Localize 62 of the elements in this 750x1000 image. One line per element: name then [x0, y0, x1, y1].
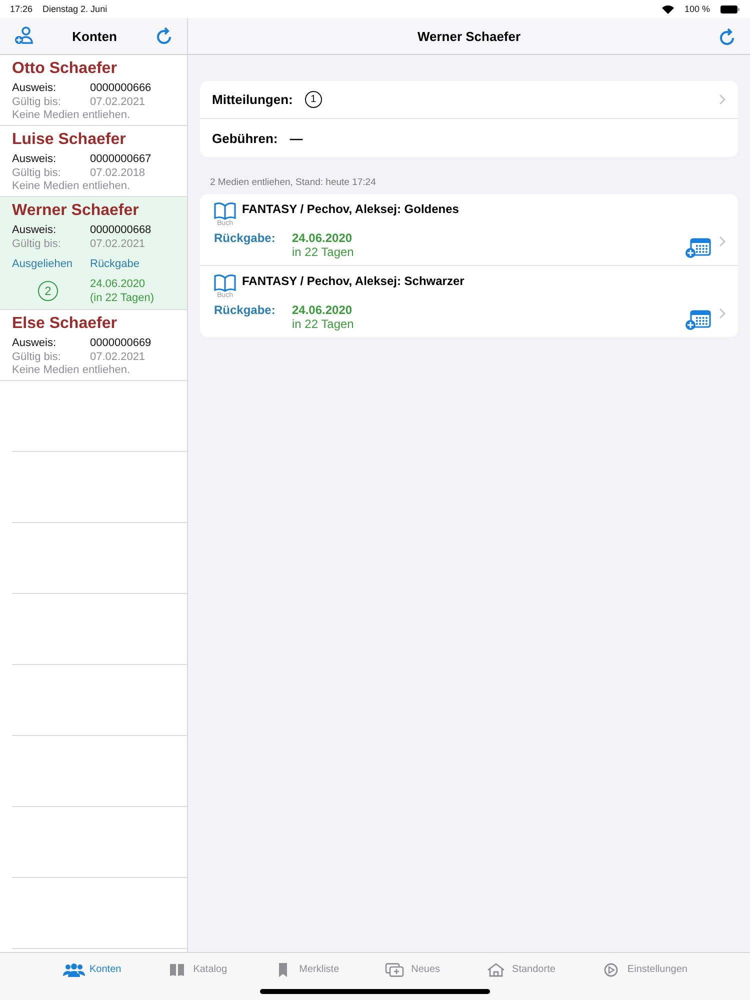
loan-title: FANTASY / Pechov, Aleksej: Goldenes [242, 202, 459, 218]
loan-title: FANTASY / Pechov, Aleksej: Schwarzer [242, 274, 464, 290]
valid-date: 07.02.2021 [90, 237, 146, 251]
valid-label: Gültig bis: [12, 166, 62, 180]
valid-label: Gültig bis: [12, 95, 62, 109]
battery-percent: 100 % [684, 4, 710, 14]
wifi-icon [662, 4, 674, 14]
tab-item[interactable]: Konten [60, 960, 124, 978]
chevron-icon [719, 236, 726, 247]
add-person-icon[interactable] [14, 26, 34, 46]
loans-header: 2 Medien entliehen, Stand: heute 17:24 [209, 176, 377, 190]
return-label: Rückgabe: [214, 303, 276, 317]
return-date: 24.06.2020 [292, 303, 354, 317]
return-days: in 22 Tagen [292, 317, 685, 331]
return-label: Rückgabe: [214, 231, 276, 245]
return-days: (in 22 Tagen) [90, 291, 181, 305]
people-icon [62, 962, 84, 976]
card-number: 0000000669 [90, 336, 152, 350]
valid-label: Gültig bis: [12, 350, 62, 364]
card-number: 0000000668 [90, 223, 152, 237]
account-item[interactable]: Werner Schaefer Ausweis: 0000000668 Gültig bis: 07.02.2021 Ausgeliehen Rückgabe 2 24.06.2020 (in 22 Tagen) [0, 197, 187, 310]
account-name: Otto Schaefer [12, 60, 118, 78]
battery-icon [720, 4, 740, 14]
calendar-add-icon[interactable] [685, 237, 711, 259]
loan-note: Keine Medien entliehen. [12, 109, 132, 121]
status-time: 17:26 [10, 4, 33, 14]
loan-count: 2 [38, 281, 58, 301]
card-label: Ausweis: [12, 223, 58, 237]
valid-date: 07.02.2021 [90, 350, 146, 364]
card-number: 0000000667 [90, 152, 152, 166]
chevron-icon [719, 94, 726, 105]
valid-date: 07.02.2021 [90, 95, 146, 109]
return-days: in 22 Tagen [292, 245, 685, 259]
card-number: 0000000666 [90, 81, 152, 95]
card-label: Ausweis: [12, 152, 58, 166]
status-date: Dienstag 2. Juni [42, 4, 108, 14]
account-name: Else Schaefer [12, 315, 118, 333]
calendar-add-icon[interactable] [685, 309, 711, 331]
valid-date: 07.02.2018 [90, 166, 146, 180]
card-label: Ausweis: [12, 81, 58, 95]
book-icon [214, 274, 236, 292]
loan-note: Keine Medien entliehen. [12, 364, 132, 376]
return-date: 24.06.2020 [292, 231, 354, 245]
card-label: Ausweis: [12, 336, 58, 350]
messages-label: Mitteilungen: [212, 92, 293, 107]
loans-label: Ausgeliehen [12, 257, 74, 271]
detail-title: Werner Schaefer [417, 28, 521, 44]
message-count: 1 [304, 91, 322, 108]
fees-value: — [290, 130, 303, 146]
sidebar-title: Konten [72, 28, 117, 44]
account-name: Werner Schaefer [12, 202, 140, 220]
add-square-icon [384, 962, 406, 976]
return-date: 24.06.2020 [90, 277, 146, 291]
valid-label: Gültig bis: [12, 237, 62, 251]
account-name: Luise Schaefer [12, 131, 127, 149]
refresh-icon[interactable] [718, 27, 736, 47]
refresh-icon[interactable] [155, 26, 173, 46]
fees-label: Gebühren: [212, 130, 278, 146]
book-icon [214, 202, 236, 220]
chevron-icon [719, 308, 726, 319]
loan-note: Keine Medien entliehen. [12, 180, 132, 192]
return-label: Rückgabe [90, 257, 141, 271]
